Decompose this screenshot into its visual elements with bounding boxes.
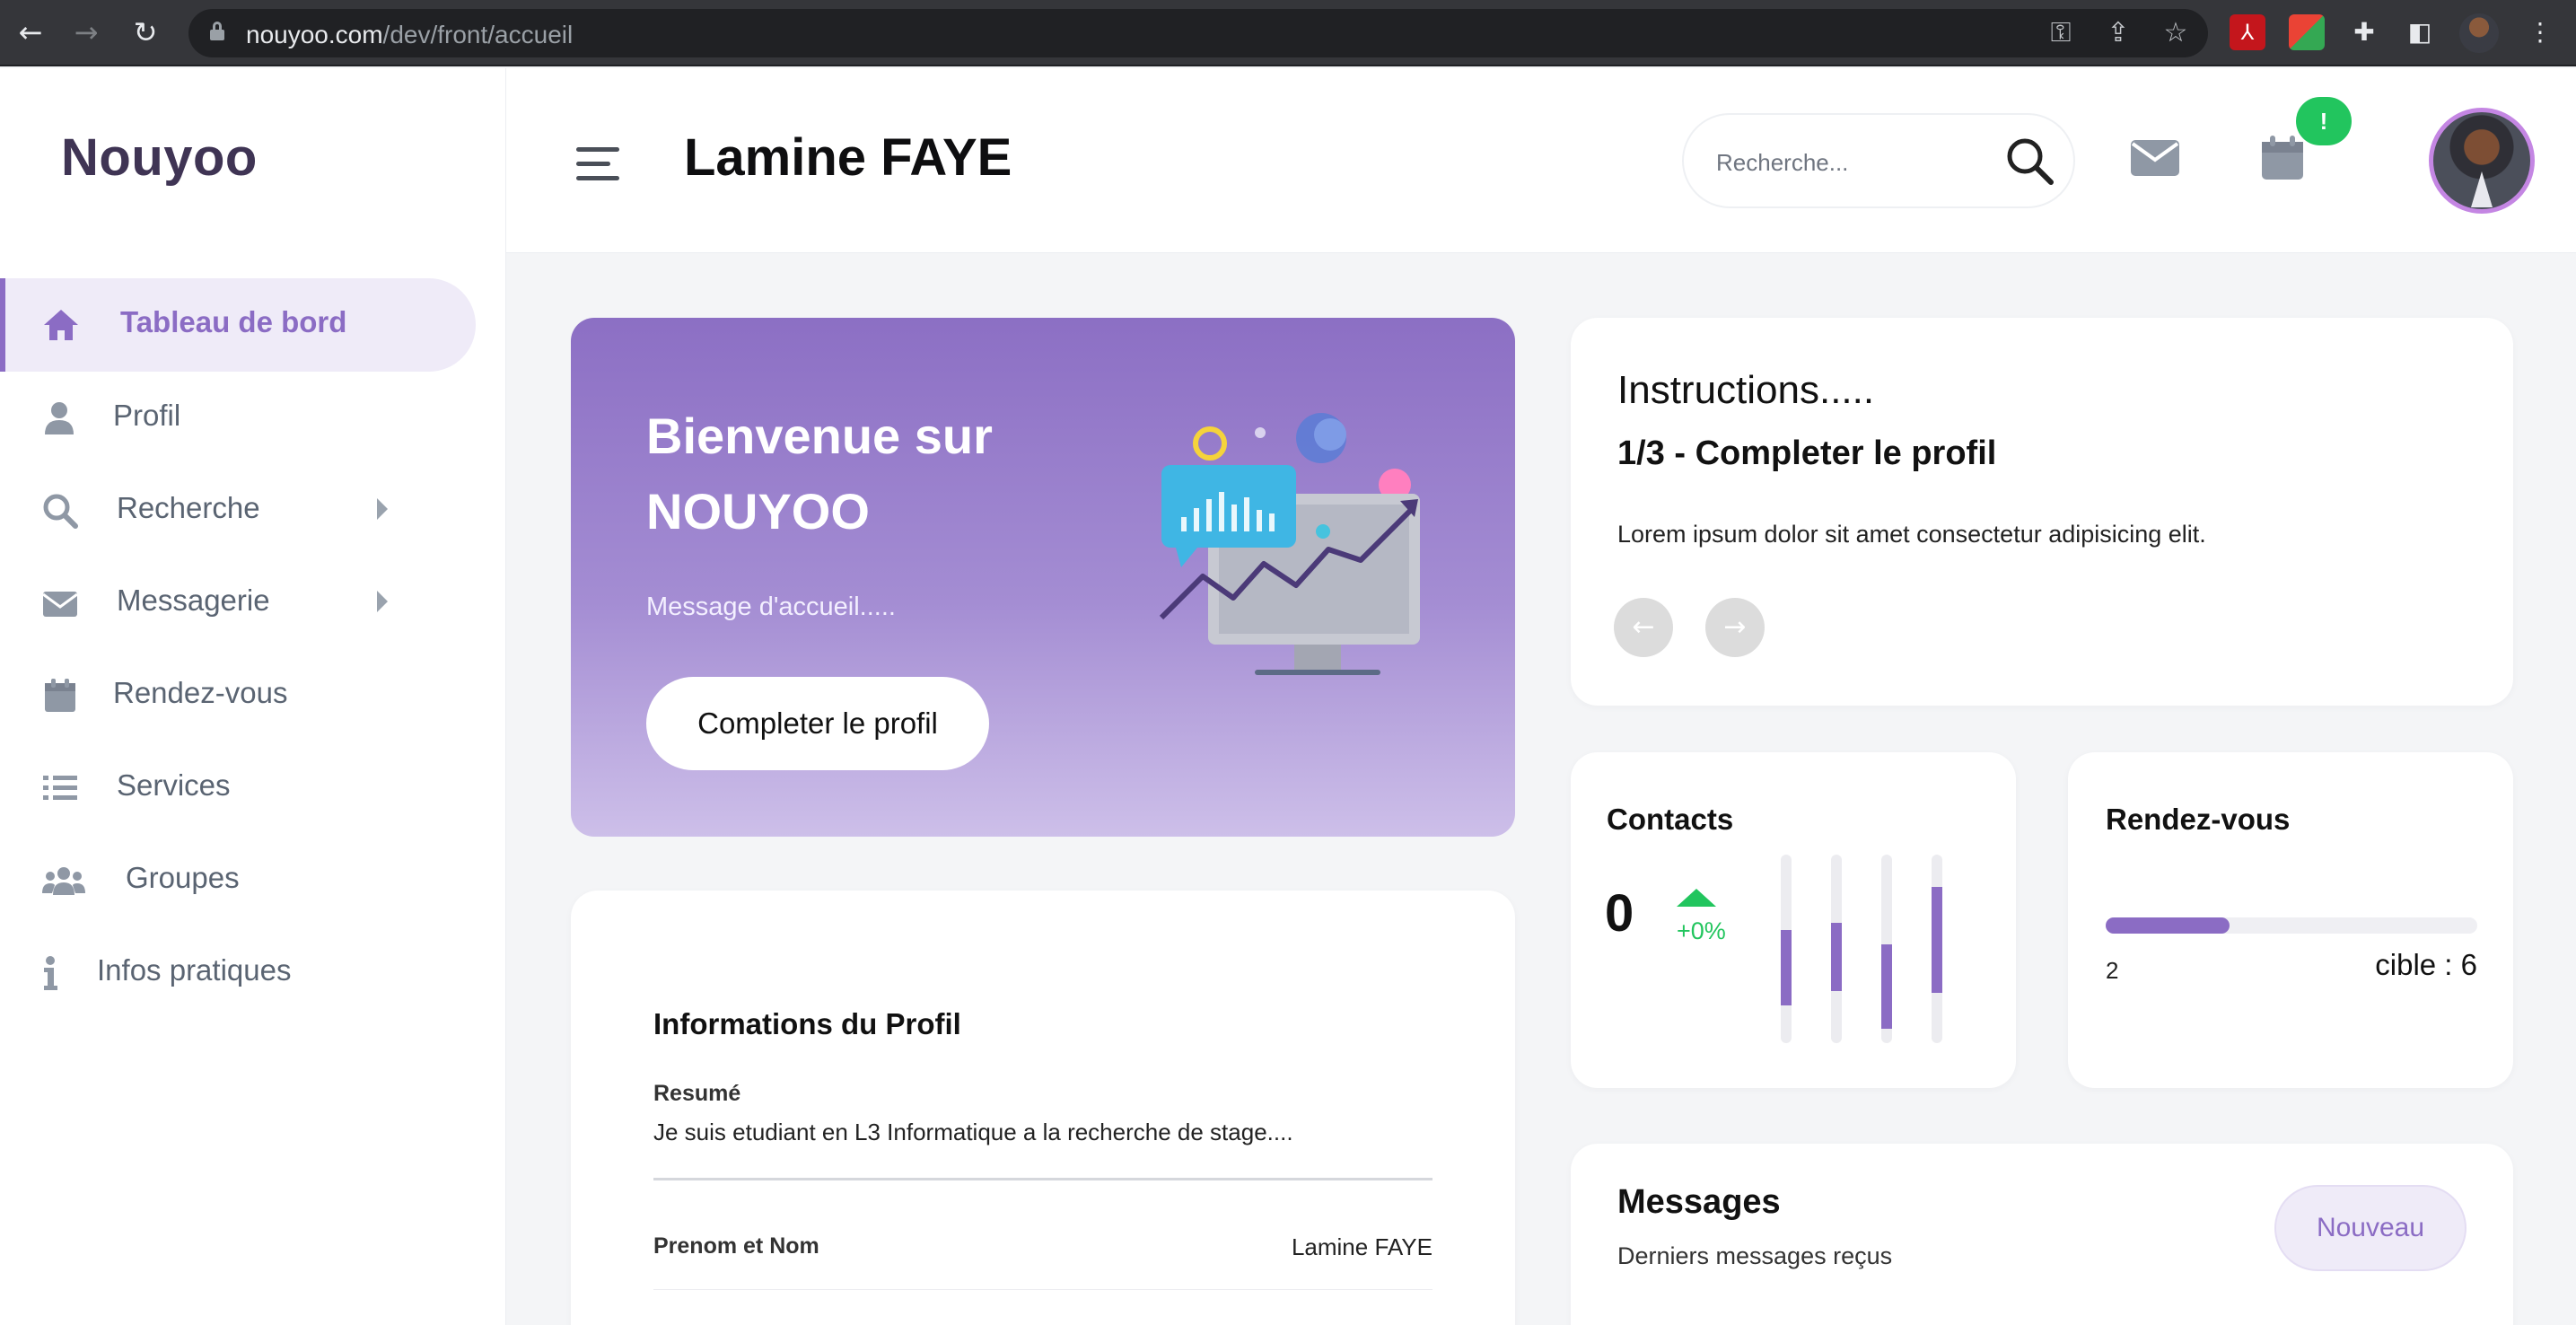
share-icon[interactable]: ⇪ [2100,15,2136,51]
contacts-title: Contacts [1607,803,1734,836]
profile-row-key: Prenom et Nom [653,1233,819,1259]
mini-bar-3 [1881,855,1892,1043]
url-text: nouyoo.com/dev/front/accueil [246,21,574,48]
browser-profile-avatar[interactable] [2459,13,2499,53]
sidebar-item-label: Groupes [126,861,240,894]
list-icon [43,776,77,800]
resume-value: Je suis etudiant en L3 Informatique a la… [653,1119,1293,1145]
search-input[interactable]: Recherche... [1682,113,2075,208]
trend-up-icon [1677,889,1716,907]
sidebar-item-label: Tableau de bord [120,305,347,338]
bookmark-star-icon[interactable]: ☆ [2158,15,2194,51]
header: Lamine FAYE Recherche... ! [506,68,2576,253]
contacts-count: 0 [1605,884,1634,943]
sidebar-item-label: Messagerie [117,584,270,617]
instructions-card: Instructions..... 1/3 - Completer le pro… [1571,318,2513,706]
instructions-title: Instructions..... [1617,368,1875,412]
search-icon[interactable] [2005,136,2055,187]
rendezvous-current: 2 [2106,957,2119,984]
sidebar-item-label: Infos pratiques [97,953,292,987]
avatar[interactable] [2429,108,2535,214]
new-message-button[interactable]: Nouveau [2274,1185,2466,1271]
notification-badge: ! [2296,97,2352,145]
rendezvous-card: Rendez-vous 2 cible : 6 [2068,752,2513,1088]
rendezvous-target: cible : 6 [2375,948,2477,981]
sidebar-item-label: Recherche [117,491,260,524]
search-icon [43,494,78,529]
brand-logo[interactable]: Nouyoo [61,127,258,188]
profile-info-card: Informations du Profil Resumé Je suis et… [571,891,1515,1325]
more-menu-icon[interactable]: ⋮ [2522,14,2558,50]
color-extension-icon[interactable] [2289,14,2325,50]
user-icon [45,402,74,434]
sidebar-item-recherche[interactable]: Recherche [0,464,476,557]
divider [653,1178,1433,1180]
sidebar-item-infos-pratiques[interactable]: Infos pratiques [0,926,476,1020]
sidebar-item-tableau-de-bord[interactable]: Tableau de bord [0,278,476,372]
contacts-card: Contacts 0 +0% [1571,752,2016,1088]
side-panel-icon[interactable]: ◧ [2402,14,2438,50]
contacts-change: +0% [1677,917,1726,944]
welcome-title: Bienvenue sur NOUYOO [646,408,993,540]
sidebar-item-groupes[interactable]: Groupes [0,834,476,927]
resume-label: Resumé [653,1081,741,1106]
messages-card: Messages Derniers messages reçus Nouveau [1571,1144,2513,1325]
rendezvous-progress-fill [2106,917,2230,934]
menu-toggle-icon[interactable] [576,145,619,181]
mini-bar-1 [1781,855,1792,1043]
key-icon[interactable]: ⚿ [2043,15,2079,51]
arrow-right-icon[interactable]: → [1705,598,1765,657]
reload-icon[interactable]: ↻ [126,13,165,52]
calendar-icon[interactable] [2260,135,2305,181]
rendezvous-progress-bar [2106,917,2477,934]
back-icon[interactable]: ← [11,13,50,52]
forward-icon[interactable]: → [66,13,106,52]
page-title: Lamine FAYE [684,128,1012,187]
sidebar: Nouyoo Tableau de bord Profil Recherche … [0,68,506,1325]
info-icon [44,956,57,990]
messages-subtitle: Derniers messages reçus [1617,1242,1893,1269]
sidebar-item-label: Services [117,768,231,802]
caret-right-icon [377,498,388,520]
pdf-extension-icon[interactable]: ⅄ [2230,14,2265,50]
mini-bar-2 [1831,855,1842,1043]
search-placeholder: Recherche... [1716,149,1849,176]
analytics-illustration [1159,413,1420,675]
sidebar-item-messagerie[interactable]: Messagerie [0,557,476,650]
caret-right-icon [377,591,388,612]
profile-row-value: Lamine FAYE [1291,1233,1433,1260]
rendezvous-title: Rendez-vous [2106,803,2291,836]
instructions-step: 1/3 - Completer le profil [1617,434,1997,472]
users-icon [42,867,85,895]
sidebar-item-rendez-vous[interactable]: Rendez-vous [0,649,476,742]
mini-bar-4 [1932,855,1942,1043]
mail-icon[interactable] [2129,136,2181,180]
welcome-message: Message d'accueil..... [646,592,896,621]
extensions-puzzle-icon[interactable]: ✚ [2346,14,2382,50]
profile-info-title: Informations du Profil [653,1007,961,1040]
welcome-card: Bienvenue sur NOUYOO Message d'accueil..… [571,318,1515,837]
lock-icon [210,22,224,41]
arrow-left-icon[interactable]: ← [1614,598,1673,657]
sidebar-item-services[interactable]: Services [0,741,476,835]
instructions-text: Lorem ipsum dolor sit amet consectetur a… [1617,521,2206,548]
complete-profile-button[interactable]: Completer le profil [646,677,989,770]
calendar-icon [45,679,75,712]
divider [653,1289,1433,1290]
browser-toolbar: ← → ↻ nouyoo.com/dev/front/accueil ⚿ ⇪ ☆… [0,0,2576,66]
envelope-icon [42,592,78,617]
sidebar-item-label: Rendez-vous [113,676,288,709]
sidebar-item-label: Profil [113,399,181,432]
address-bar[interactable]: nouyoo.com/dev/front/accueil ⚿ ⇪ ☆ [188,9,2208,57]
messages-title: Messages [1617,1183,1781,1221]
sidebar-item-profil[interactable]: Profil [0,372,476,465]
home-icon [44,310,78,340]
